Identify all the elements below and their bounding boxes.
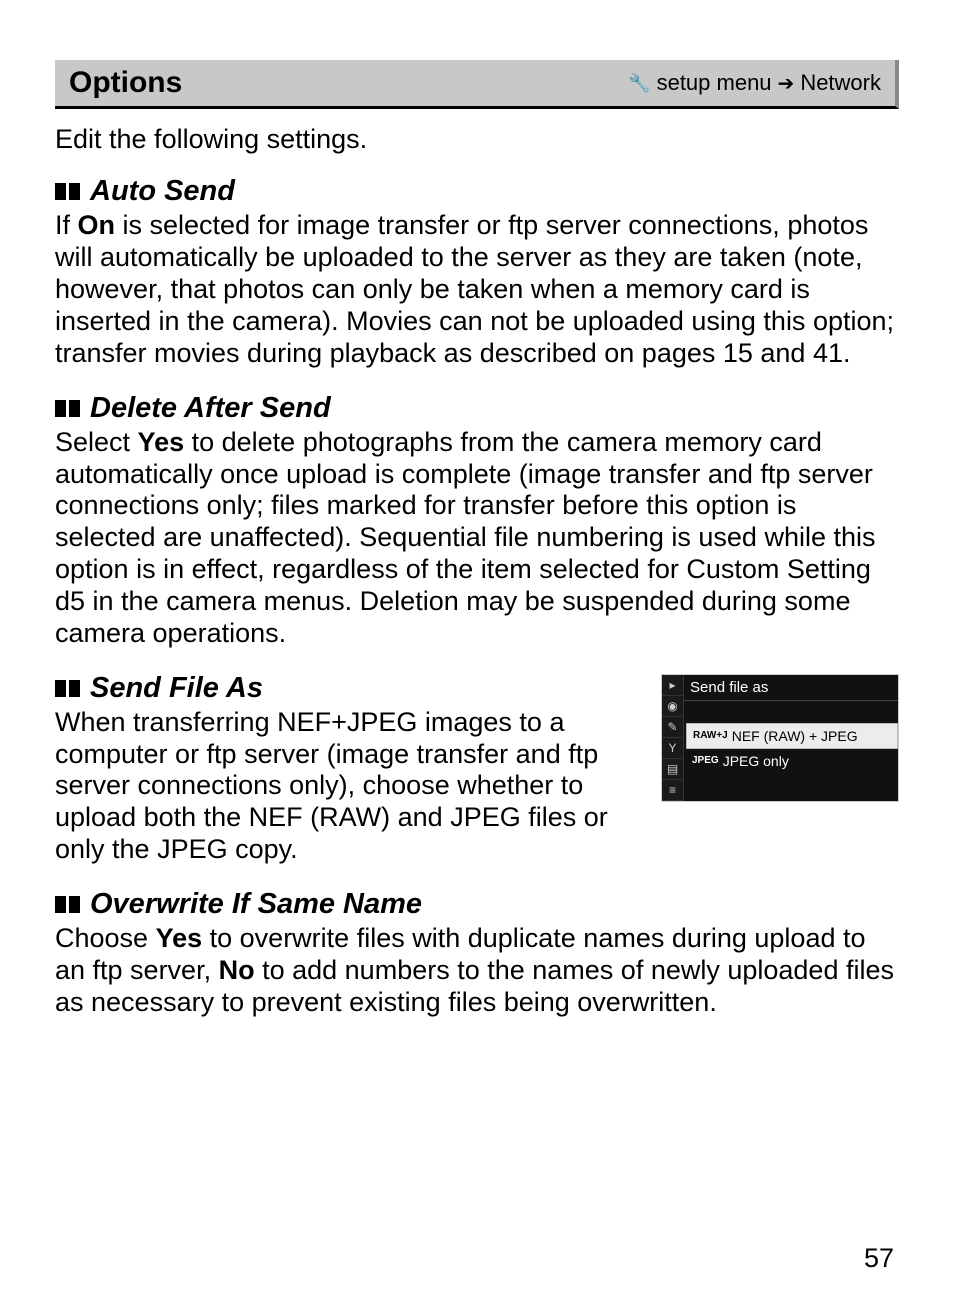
breadcrumb: 🔧 setup menu ➔ Network [628,70,881,96]
mymenu-icon: ≡ [662,780,683,801]
screenshot-title: Send file as [662,675,898,701]
option-jpeg-only: JPEG JPEG only [686,749,898,773]
header-bar: Options 🔧 setup menu ➔ Network [55,60,899,109]
wrench-icon: Y [662,738,683,759]
delete-after-send-body: Select Yes to delete photographs from th… [55,427,899,650]
camera-icon: ◉ [662,696,683,717]
pencil-icon: ✎ [662,717,683,738]
section-bullet-icon [55,680,80,697]
intro-text: Edit the following settings. [55,123,899,155]
breadcrumb-setup: setup menu [657,70,772,96]
option-nef-raw-jpeg: RAW+J NEF (RAW) + JPEG [686,723,898,749]
screenshot-sidebar: ▸ ◉ ✎ Y ▤ ≡ [662,675,684,801]
section-title-overwrite: Overwrite If Same Name [55,888,899,921]
setup-wrench-icon: 🔧 [628,73,650,94]
page-number: 57 [864,1243,894,1274]
overwrite-body: Choose Yes to overwrite files with dupli… [55,923,899,1019]
send-file-as-screenshot: ▸ ◉ ✎ Y ▤ ≡ Send file as RAW+J NEF (RAW)… [661,674,899,802]
arrow-right-icon: ➔ [778,71,795,96]
section-title-delete-after-send: Delete After Send [55,392,899,425]
send-file-as-body: When transferring NEF+JPEG images to a c… [55,707,647,866]
section-bullet-icon [55,896,80,913]
section-bullet-icon [55,400,80,417]
retouch-icon: ▤ [662,759,683,780]
section-bullet-icon [55,183,80,200]
header-title: Options [69,66,182,100]
playback-icon: ▸ [662,675,683,696]
auto-send-body: If On is selected for image transfer or … [55,210,899,369]
breadcrumb-network: Network [800,70,881,96]
section-title-send-file-as: Send File As [55,672,647,705]
section-title-auto-send: Auto Send [55,175,899,208]
